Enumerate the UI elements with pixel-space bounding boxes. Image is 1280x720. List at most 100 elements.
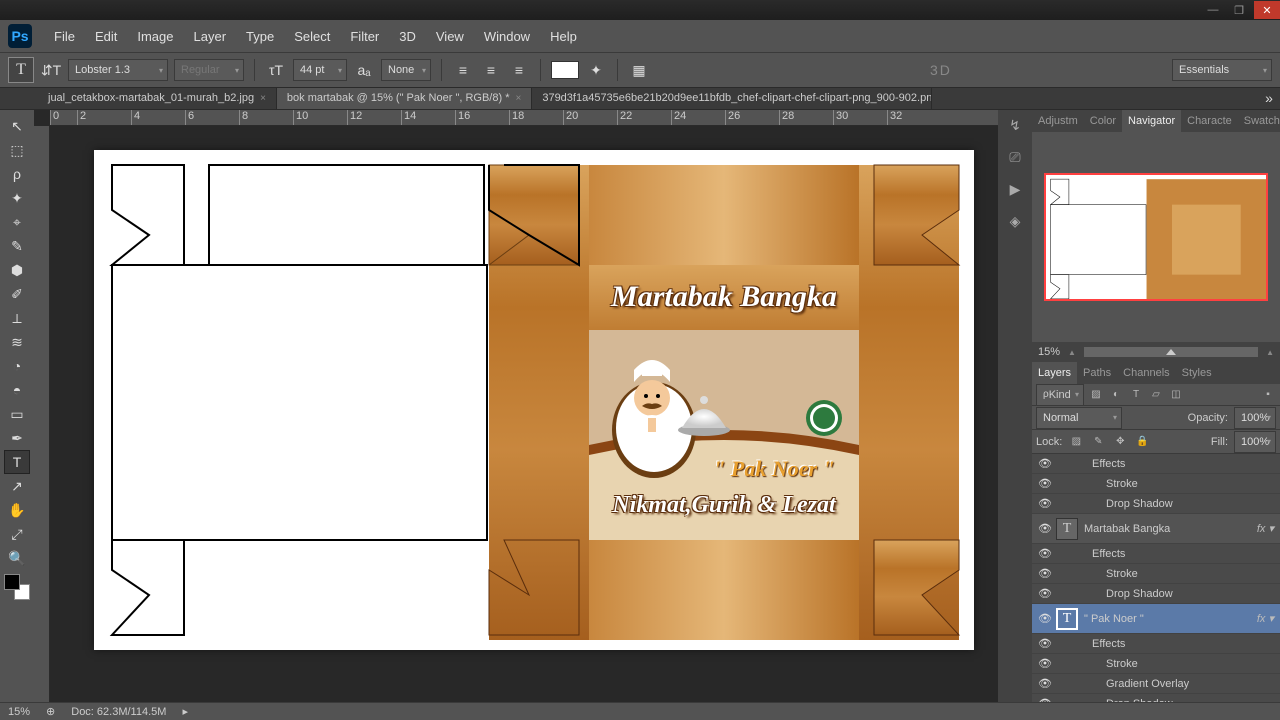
- menu-select[interactable]: Select: [284, 25, 340, 48]
- layer-text-martabak[interactable]: 👁TMartabak Bangkafx ▾: [1032, 514, 1280, 544]
- status-info-icon[interactable]: ⊕: [46, 705, 55, 718]
- font-size-dropdown[interactable]: 44 pt: [293, 59, 347, 81]
- fx-badge[interactable]: fx ▾: [1257, 522, 1274, 535]
- close-icon[interactable]: ×: [260, 93, 266, 104]
- move-tool-icon[interactable]: ↖: [4, 114, 30, 138]
- document-canvas[interactable]: Martabak Bangka " Pak Noer " Nikmat,Guri…: [94, 150, 974, 650]
- layer-fx-gradient[interactable]: 👁Gradient Overlay: [1032, 674, 1280, 694]
- layer-kind-dropdown[interactable]: ρ Kind: [1036, 384, 1084, 406]
- align-center-icon[interactable]: ≡: [480, 59, 502, 81]
- menu-file[interactable]: File: [44, 25, 85, 48]
- opacity-input[interactable]: 100%: [1234, 407, 1276, 429]
- align-right-icon[interactable]: ≡: [508, 59, 530, 81]
- layer-effects[interactable]: 👁Effects: [1032, 544, 1280, 564]
- tab-layers[interactable]: Layers: [1032, 362, 1077, 384]
- 3d-mode-label[interactable]: 3D: [930, 62, 952, 78]
- maximize-button[interactable]: ❐: [1226, 1, 1252, 19]
- color-swatches[interactable]: [4, 574, 30, 600]
- layer-fx-stroke[interactable]: 👁Stroke: [1032, 474, 1280, 494]
- zoom-slider[interactable]: [1084, 347, 1258, 357]
- layer-fx-stroke[interactable]: 👁Stroke: [1032, 564, 1280, 584]
- doc-tab-1[interactable]: jual_cetakbox-martabak_01-murah_b2.jpg×: [38, 87, 277, 109]
- workspace-dropdown[interactable]: Essentials: [1172, 59, 1272, 81]
- layer-text-paknoer[interactable]: 👁T" Pak Noer "fx ▾: [1032, 604, 1280, 634]
- type-tool-icon[interactable]: T: [4, 450, 30, 474]
- pen-tool-icon[interactable]: ✒: [4, 426, 30, 450]
- shape-tool-icon[interactable]: ✋: [4, 498, 30, 522]
- tab-swatches[interactable]: Swatche: [1238, 110, 1280, 132]
- filter-smart-icon[interactable]: ◫: [1168, 387, 1184, 403]
- align-left-icon[interactable]: ≡: [452, 59, 474, 81]
- tab-color[interactable]: Color: [1084, 110, 1122, 132]
- zoom-out-icon[interactable]: ▲: [1068, 348, 1076, 357]
- layer-fx-stroke[interactable]: 👁Stroke: [1032, 654, 1280, 674]
- menu-3d[interactable]: 3D: [389, 25, 426, 48]
- marquee-tool-icon[interactable]: ⬚: [4, 138, 30, 162]
- history-icon[interactable]: ↯: [1004, 114, 1026, 136]
- visibility-icon[interactable]: 👁: [1038, 657, 1052, 670]
- text-color-swatch[interactable]: [551, 61, 579, 79]
- layer-effects[interactable]: 👁Effects: [1032, 634, 1280, 654]
- wand-tool-icon[interactable]: ✦: [4, 186, 30, 210]
- visibility-icon[interactable]: 👁: [1038, 612, 1052, 625]
- navigator-panel[interactable]: [1032, 132, 1280, 342]
- menu-image[interactable]: Image: [127, 25, 183, 48]
- zoom-tool-icon[interactable]: 🔍: [4, 546, 30, 570]
- visibility-icon[interactable]: 👁: [1038, 497, 1052, 510]
- tab-styles[interactable]: Styles: [1176, 362, 1218, 384]
- tab-navigator[interactable]: Navigator: [1122, 110, 1181, 132]
- layer-fx-shadow[interactable]: 👁Drop Shadow: [1032, 494, 1280, 514]
- visibility-icon[interactable]: 👁: [1038, 477, 1052, 490]
- type-tool-icon[interactable]: T: [8, 57, 34, 83]
- status-zoom[interactable]: 15%: [8, 706, 30, 718]
- actions-icon[interactable]: ▶: [1004, 178, 1026, 200]
- stamp-tool-icon[interactable]: ⟂: [4, 306, 30, 330]
- lock-all-icon[interactable]: 🔒: [1134, 434, 1150, 450]
- menu-edit[interactable]: Edit: [85, 25, 127, 48]
- gradient-tool-icon[interactable]: ◓: [4, 378, 30, 402]
- doc-tab-3[interactable]: 379d3f1a45735e6be21b20d9ee11bfdb_chef-cl…: [532, 87, 932, 109]
- doc-tab-2[interactable]: bok martabak @ 15% (" Pak Noer ", RGB/8)…: [277, 87, 532, 109]
- visibility-icon[interactable]: 👁: [1038, 677, 1052, 690]
- visibility-icon[interactable]: 👁: [1038, 457, 1052, 470]
- hand-tool-icon[interactable]: ⤢: [4, 522, 30, 546]
- tab-character[interactable]: Characte: [1181, 110, 1238, 132]
- brush-tool-icon[interactable]: ✐: [4, 282, 30, 306]
- blend-mode-dropdown[interactable]: Normal: [1036, 407, 1122, 429]
- tab-overflow-icon[interactable]: »: [1258, 87, 1280, 109]
- lock-paint-icon[interactable]: ✎: [1090, 434, 1106, 450]
- crop-tool-icon[interactable]: ⌖: [4, 210, 30, 234]
- font-family-dropdown[interactable]: Lobster 1.3: [68, 59, 168, 81]
- properties-icon[interactable]: ⎚: [1004, 146, 1026, 168]
- status-doc-size[interactable]: Doc: 62.3M/114.5M: [71, 706, 166, 718]
- navigator-thumbnail[interactable]: [1044, 173, 1268, 301]
- blur-tool-icon[interactable]: ▭: [4, 402, 30, 426]
- filter-pixel-icon[interactable]: ▨: [1088, 387, 1104, 403]
- eraser-tool-icon[interactable]: ◔: [4, 354, 30, 378]
- layer-fx-shadow[interactable]: 👁Drop Shadow: [1032, 694, 1280, 702]
- lock-pos-icon[interactable]: ✥: [1112, 434, 1128, 450]
- warp-text-icon[interactable]: ✦: [585, 59, 607, 81]
- visibility-icon[interactable]: 👁: [1038, 567, 1052, 580]
- heal-tool-icon[interactable]: ⬢: [4, 258, 30, 282]
- visibility-icon[interactable]: 👁: [1038, 637, 1052, 650]
- eyedropper-tool-icon[interactable]: ✎: [4, 234, 30, 258]
- visibility-icon[interactable]: 👁: [1038, 547, 1052, 560]
- 3d-icon[interactable]: ◈: [1004, 210, 1026, 232]
- minimize-button[interactable]: —: [1200, 1, 1226, 19]
- canvas-area[interactable]: 0 2 4 6 8 10 12 14 16 18 20 22 24 26 28 …: [34, 110, 998, 702]
- menu-help[interactable]: Help: [540, 25, 587, 48]
- character-panel-icon[interactable]: ▦: [628, 59, 650, 81]
- tab-channels[interactable]: Channels: [1117, 362, 1175, 384]
- close-button[interactable]: ✕: [1254, 1, 1280, 19]
- filter-adjust-icon[interactable]: ◐: [1108, 387, 1124, 403]
- fx-badge[interactable]: fx ▾: [1257, 612, 1274, 625]
- close-icon[interactable]: ×: [515, 93, 521, 104]
- menu-type[interactable]: Type: [236, 25, 284, 48]
- visibility-icon[interactable]: 👁: [1038, 697, 1052, 702]
- visibility-icon[interactable]: 👁: [1038, 587, 1052, 600]
- menu-layer[interactable]: Layer: [184, 25, 237, 48]
- menu-view[interactable]: View: [426, 25, 474, 48]
- visibility-icon[interactable]: 👁: [1038, 522, 1052, 535]
- tab-paths[interactable]: Paths: [1077, 362, 1117, 384]
